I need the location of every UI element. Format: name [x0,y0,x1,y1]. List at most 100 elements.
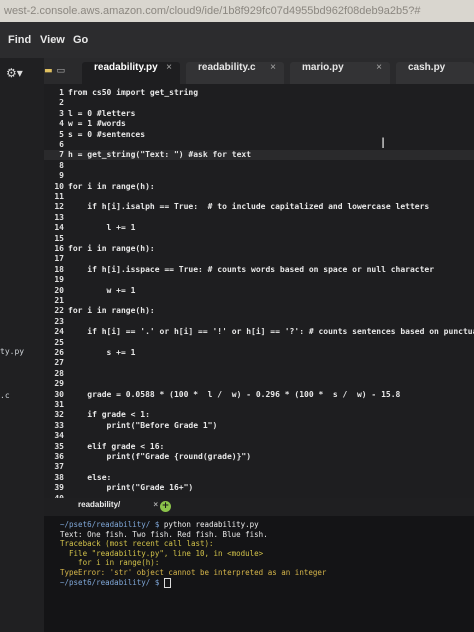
code-line[interactable]: 38 else: [44,473,474,483]
sidebar-file-readability-py[interactable]: ty.py [0,347,24,356]
code-line[interactable]: 8 [44,161,474,171]
code-line[interactable]: 21 [44,296,474,306]
tab-readability-py[interactable]: readability.py × [82,62,180,84]
line-number: 21 [54,296,64,305]
code-line[interactable]: 23 [44,317,474,327]
code-line[interactable]: 7 h = get_string("Text: ") #ask for text [44,150,474,161]
code-line[interactable]: 33 print("Before Grade 1") [44,421,474,431]
menu-view[interactable]: View [40,34,65,46]
code-line[interactable]: 16 for i in range(h): [44,244,474,254]
code-line[interactable]: 31 [44,400,474,410]
line-number: 6 [59,140,64,149]
code-text: elif grade < 16: [68,441,165,451]
gear-icon[interactable]: ⚙▾ [6,66,23,80]
folder-icon[interactable]: ▬ ▭ [44,66,65,76]
code-text: s = 0 #sentences [68,129,146,139]
code-line[interactable]: 35 elif grade < 16: [44,442,474,452]
code-line[interactable]: 3 l = 0 #letters [44,109,474,119]
line-number: 33 [54,420,64,430]
code-text: s += 1 [68,348,136,357]
code-line[interactable]: 4 w = 1 #words [44,119,474,129]
line-number: 5 [59,129,64,139]
close-icon[interactable]: × [376,62,382,73]
code-text: print("Grade 16+") [68,483,194,493]
code-line[interactable]: 34 [44,431,474,441]
line-number: 24 [54,327,64,337]
tab-terminal-readability[interactable]: readability/ × [58,500,168,516]
code-line[interactable]: 39 print("Grade 16+") [44,483,474,493]
terminal-tab-label: readability/ [78,500,121,509]
code-line[interactable]: 32 if grade < 1: [44,410,474,420]
line-number: 30 [54,389,64,399]
tab-label: readability.py [94,62,158,73]
code-line[interactable]: 9 [44,171,474,181]
code-line[interactable]: 28 [44,369,474,379]
code-line[interactable]: 25 [44,338,474,348]
code-line[interactable]: 13 [44,213,474,223]
browser-url-bar[interactable]: west-2.console.aws.amazon.com/cloud9/ide… [0,0,474,22]
code-line[interactable]: 26 s += 1 [44,348,474,358]
close-icon[interactable]: × [166,62,172,73]
code-line[interactable]: 2 [44,98,474,108]
code-line[interactable]: 17 [44,254,474,264]
line-number: 34 [54,431,64,441]
code-line[interactable]: 12 if h[i].isalph == True: # to include … [44,202,474,212]
code-line[interactable]: 22 for i in range(h): [44,306,474,316]
terminal-prompt: ~/pset6/readability/ $ [60,577,164,587]
tab-label: mario.py [302,62,344,73]
terminal-text: Traceback (most recent call last): [60,539,214,549]
code-line[interactable]: 29 [44,379,474,389]
menu-go[interactable]: Go [73,34,88,46]
line-number: 15 [54,233,64,243]
terminal-line: File "readability.py", line 10, in <modu… [60,549,263,558]
line-number: 2 [59,98,64,108]
tab-mario-py[interactable]: mario.py × [290,62,390,84]
window-icon[interactable]: ▭ [57,66,66,76]
close-icon[interactable]: × [153,500,158,509]
code-text: w += 1 [68,285,136,295]
terminal-line: Text: One fish. Two fish. Red fish. Blue… [60,530,268,539]
code-line[interactable]: 19 [44,275,474,285]
code-line[interactable]: 11 [44,192,474,202]
code-text: if grade < 1: [68,410,150,420]
code-line[interactable]: 20 w += 1 [44,286,474,296]
line-number: 18 [54,264,64,274]
line-number: 10 [54,181,64,191]
code-line[interactable]: 5 s = 0 #sentences [44,130,474,140]
line-number: 17 [54,254,64,264]
code-line[interactable]: 27 [44,358,474,368]
code-line[interactable]: 24 if h[i] == '.' or h[i] == '!' or h[i]… [44,327,474,337]
code-line[interactable]: 36 print(f"Grade {round(grade)}") [44,452,474,462]
line-number: 11 [54,192,64,201]
code-line[interactable]: 37 [44,462,474,472]
sidebar-file-readability-c[interactable]: .c [0,391,10,400]
add-terminal-button[interactable]: + [160,501,171,512]
line-number: 37 [54,462,64,472]
code-line[interactable]: 6 [44,140,474,150]
code-line[interactable]: 15 [44,234,474,244]
menu-bar: Find View Go [0,22,474,58]
code-text: if h[i].isspace == True: # counts words … [68,264,435,274]
terminal-caret[interactable] [163,577,171,588]
code-line[interactable]: 10 for i in range(h): [44,182,474,192]
code-text: from cs50 import get_string [68,88,199,97]
menu-find[interactable]: Find [8,34,31,46]
terminal-text: File "readability.py", line 10, in <modu… [60,548,264,558]
code-editor[interactable]: 1 from cs50 import get_string 2 3 l = 0 #let… [44,84,474,544]
code-line[interactable]: 18 if h[i].isspace == True: # counts wor… [44,265,474,275]
terminal-text: Text: One fish. Two fish. Red fish. Blue… [60,529,268,539]
line-number: 8 [59,160,64,170]
code-line[interactable]: 30 grade = 0.0588 * (100 * l / w) - 0.29… [44,390,474,400]
tab-label: readability.c [198,62,256,73]
tab-cash-py[interactable]: cash.py [396,62,474,84]
code-line[interactable]: 1 from cs50 import get_string [44,88,474,98]
close-icon[interactable]: × [270,62,276,73]
terminal-panel[interactable]: readability/ × + ~/pset6/readability/ $ … [44,498,474,632]
line-number: 22 [54,306,64,316]
terminal-prompt: ~/pset6/readability/ $ [60,520,164,529]
code-text: w = 1 #words [68,119,126,129]
code-line[interactable]: 14 l += 1 [44,223,474,233]
line-number: 9 [59,171,64,181]
tab-readability-c[interactable]: readability.c × [186,62,284,84]
code-text: l = 0 #letters [68,108,136,118]
